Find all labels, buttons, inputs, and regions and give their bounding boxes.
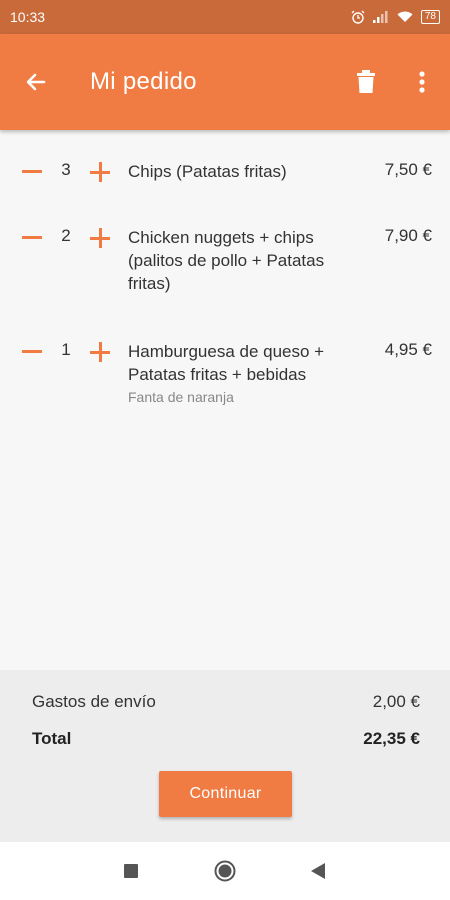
battery-indicator: 78 — [420, 10, 440, 24]
minus-icon — [22, 236, 42, 239]
shipping-row: Gastos de envío 2,00 € — [32, 692, 420, 712]
status-time: 10:33 — [10, 9, 46, 25]
minus-icon — [22, 350, 42, 353]
back-button[interactable] — [0, 34, 72, 130]
home-button[interactable] — [195, 842, 255, 900]
quantity-stepper: 3 — [22, 160, 112, 184]
status-icons: 78 — [351, 10, 440, 24]
wifi-icon — [397, 11, 413, 22]
more-vert-icon — [419, 71, 425, 93]
status-bar: 10:33 78 — [0, 0, 450, 34]
square-icon — [124, 864, 138, 878]
item-title: Hamburguesa de queso + Patatas fritas + … — [128, 342, 325, 384]
item-name: Chips (Patatas fritas) — [128, 162, 287, 181]
item-name: Hamburguesa de queso + Patatas fritas + … — [128, 340, 368, 408]
total-label: Total — [32, 729, 72, 748]
page-title: Mi pedido — [90, 68, 197, 95]
alarm-icon — [351, 10, 365, 24]
delete-order-button[interactable] — [338, 34, 394, 130]
more-options-button[interactable] — [394, 34, 450, 130]
item-price: 4,95 € — [384, 340, 432, 359]
item-quantity: 1 — [61, 340, 71, 359]
shipping-label: Gastos de envío — [32, 692, 156, 711]
signal-icon — [372, 11, 388, 23]
circle-icon — [214, 860, 236, 882]
item-note: Fanta de naranja — [128, 389, 234, 405]
arrow-back-icon — [26, 73, 46, 91]
shipping-value: 2,00 € — [372, 692, 420, 711]
triangle-back-icon — [311, 863, 325, 879]
item-price: 7,50 € — [384, 160, 432, 179]
quantity-stepper: 1 — [22, 340, 112, 364]
trash-icon — [357, 70, 375, 93]
recents-button[interactable] — [101, 842, 161, 900]
item-price: 7,90 € — [384, 226, 432, 245]
total-value: 22,35 € — [363, 729, 420, 748]
item-name: Chicken nuggets + chips (palitos de poll… — [128, 228, 325, 293]
system-nav-bar — [0, 842, 450, 900]
total-row: Total 22,35 € — [32, 729, 420, 749]
minus-icon — [22, 170, 42, 173]
app-bar: Mi pedido — [0, 34, 450, 130]
order-summary: Gastos de envío 2,00 € Total 22,35 € Con… — [0, 670, 450, 842]
increase-quantity-button[interactable] — [90, 228, 110, 248]
continue-button[interactable]: Continuar — [159, 771, 292, 817]
increase-quantity-button[interactable] — [90, 342, 110, 362]
increase-quantity-button[interactable] — [90, 162, 110, 182]
system-back-button[interactable] — [288, 842, 348, 900]
quantity-stepper: 2 — [22, 226, 112, 250]
item-quantity: 3 — [61, 160, 71, 179]
order-item-list: 3 Chips (Patatas fritas) 7,50 € 2 Chicke… — [0, 130, 450, 670]
item-quantity: 2 — [61, 226, 71, 245]
